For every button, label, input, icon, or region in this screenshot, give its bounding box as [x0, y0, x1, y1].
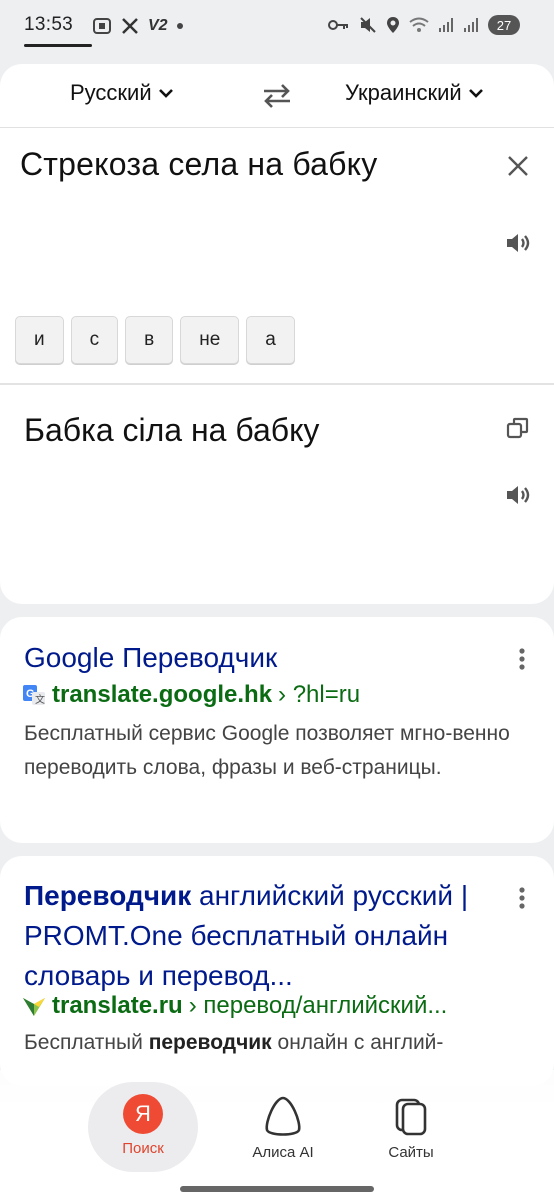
result-title-bold: Переводчик — [24, 880, 192, 911]
nav-alisa[interactable]: Алиса AI — [228, 1084, 338, 1161]
x-logo-icon — [122, 18, 138, 34]
speaker-icon — [507, 486, 530, 504]
result-domain: translate.google.hk — [52, 681, 273, 708]
more-vertical-icon — [519, 887, 525, 909]
suggestion-chip[interactable]: в — [125, 316, 174, 364]
nav-alisa-label: Алиса AI — [252, 1144, 314, 1161]
notification-dot — [176, 23, 183, 29]
wifi-icon — [409, 17, 429, 32]
translator-card: Русский Украинский Стрекоза села на бабк… — [0, 64, 554, 604]
yandex-logo-icon: Я — [123, 1094, 163, 1134]
result-snippet: Бесплатный переводчик онлайн с англий- — [24, 1026, 524, 1060]
target-language-label: Украинский — [345, 80, 462, 105]
location-icon — [387, 17, 399, 33]
status-time-underline — [24, 44, 92, 47]
signal-icon-1 — [439, 18, 453, 32]
result-url[interactable]: G文 translate.google.hk › ?hl=ru — [22, 681, 360, 709]
suggestion-chips: и с в не а — [15, 316, 295, 364]
suggestion-chip[interactable]: с — [70, 316, 119, 364]
result-title-link[interactable]: Переводчик английский русский | PROMT.On… — [24, 876, 514, 996]
status-right-icons: 27 — [328, 15, 520, 35]
more-vertical-icon — [519, 648, 525, 670]
close-icon — [508, 156, 528, 176]
target-language-button[interactable]: Украинский — [345, 80, 484, 106]
google-translate-icon: G文 — [23, 685, 45, 706]
snippet-post: онлайн с англий- — [271, 1031, 444, 1054]
key-icon — [328, 20, 348, 30]
clear-button[interactable] — [506, 154, 530, 183]
snippet-pre: Бесплатный — [24, 1031, 149, 1054]
status-time-wrap: 13:53 — [24, 14, 94, 47]
bottom-navigation: Я Поиск Алиса AI Сайты — [0, 1070, 554, 1200]
result-domain: translate.ru — [52, 992, 183, 1019]
nav-sites-label: Сайты — [388, 1144, 434, 1161]
result-url[interactable]: translate.ru › перевод/английский... — [22, 992, 447, 1020]
result-title-link[interactable]: Google Переводчик — [24, 638, 514, 678]
suggestion-chip[interactable]: и — [15, 316, 64, 364]
speak-translation-button[interactable] — [506, 484, 532, 511]
source-text-input[interactable]: Стрекоза села на бабку — [20, 146, 377, 183]
promt-icon — [23, 998, 45, 1016]
screenshot-icon — [93, 18, 111, 34]
status-bar: 13:53 V2 27 — [0, 0, 554, 50]
suggestion-chip[interactable]: не — [180, 316, 240, 364]
swap-languages-button[interactable] — [262, 82, 292, 115]
nav-sites[interactable]: Сайты — [356, 1084, 466, 1161]
translation-text: Бабка сіла на бабку — [24, 412, 320, 448]
home-indicator[interactable] — [180, 1186, 374, 1192]
battery-badge: 27 — [488, 15, 520, 35]
copy-icon — [506, 417, 529, 439]
result-path: › перевод/английский... — [188, 992, 448, 1019]
status-time: 13:53 — [24, 14, 74, 35]
v2-label: V2 — [148, 17, 168, 34]
speak-source-button[interactable] — [506, 232, 532, 259]
nav-search[interactable]: Я Поиск — [88, 1082, 198, 1172]
source-language-label: Русский — [70, 80, 152, 105]
source-language-button[interactable]: Русский — [70, 80, 174, 106]
mute-icon — [360, 17, 376, 33]
more-options-button[interactable] — [518, 886, 526, 915]
result-path: › ?hl=ru — [278, 681, 361, 708]
swap-arrows-icon — [264, 84, 290, 108]
nav-search-label: Поиск — [122, 1140, 164, 1157]
sites-icon — [395, 1098, 427, 1136]
search-result: Google Переводчик G文 translate.google.hk… — [0, 617, 554, 843]
divider — [0, 383, 554, 385]
snippet-bold: переводчик — [148, 1031, 272, 1054]
signal-icon-2 — [464, 18, 478, 32]
chevron-down-icon — [468, 89, 483, 98]
language-row: Русский Украинский — [0, 64, 554, 128]
copy-button[interactable] — [506, 416, 530, 445]
chevron-down-icon — [158, 89, 173, 98]
result-title: Google Переводчик — [24, 642, 278, 673]
result-snippet: Бесплатный сервис Google позволяет мгно-… — [24, 722, 510, 779]
suggestion-chip[interactable]: а — [246, 316, 295, 364]
search-result: Переводчик английский русский | PROMT.On… — [0, 856, 554, 1086]
svg-text:文: 文 — [35, 693, 45, 706]
speaker-icon — [507, 234, 530, 252]
alisa-icon — [265, 1096, 301, 1136]
more-options-button[interactable] — [518, 647, 526, 676]
status-left-icons: V2 — [92, 16, 183, 36]
